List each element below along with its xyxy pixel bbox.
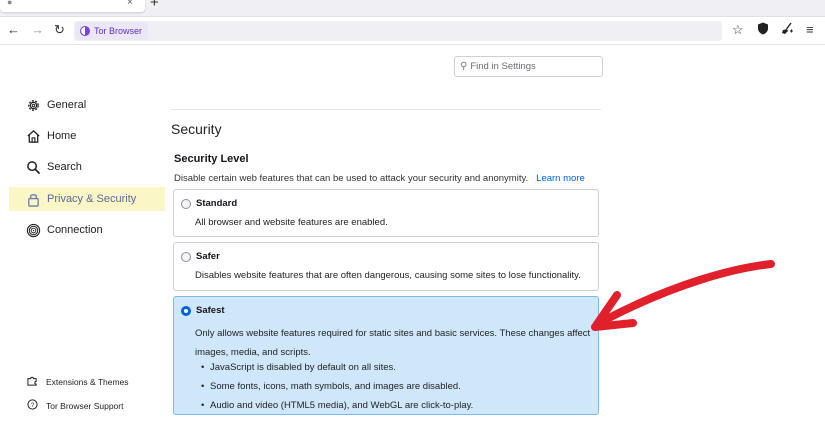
sidebar-item-search[interactable]: Search [9,155,165,179]
security-option-safer[interactable]: Safer Disables website features that are… [173,242,599,291]
find-in-settings-input[interactable] [470,61,596,72]
list-item: Audio and video (HTML5 media), and WebGL… [201,396,473,415]
back-arrow-icon[interactable]: ← [7,22,20,38]
onion-connection-icon [26,223,41,238]
reload-icon[interactable]: ↻ [54,22,65,38]
help-icon: ? [27,399,38,412]
option-title: Safer [196,251,220,262]
sidebar-item-label: Search [47,161,82,173]
security-level-description: Disable certain web features that can be… [174,173,585,184]
standard-radio[interactable] [181,199,191,209]
sidebar-item-label: Connection [47,224,103,236]
search-icon [26,160,41,175]
forward-arrow-icon[interactable]: → [31,22,44,38]
lock-icon [26,192,41,207]
list-item: JavaScript is disabled by default on all… [201,358,473,377]
security-option-standard[interactable]: Standard All browser and website feature… [173,189,599,237]
sidebar-footer-label: Tor Browser Support [46,400,124,411]
learn-more-link[interactable]: Learn more [536,173,585,184]
option-description: Only allows website features required fo… [195,328,591,358]
safer-radio[interactable] [181,252,191,262]
sidebar-item-privacy-security[interactable]: Privacy & Security [9,187,165,211]
page-title: Security [171,121,222,137]
sidebar-footer-label: Extensions & Themes [46,376,129,387]
list-item: Some fonts, icons, math symbols, and ima… [201,377,473,396]
puzzle-icon [27,375,38,388]
safest-radio[interactable] [181,306,191,316]
sidebar-item-label: Home [47,130,77,142]
navigation-toolbar: ← → ↻ Tor Browser ☆ ≡ [0,17,825,45]
sidebar-item-label: Privacy & Security [47,193,137,205]
identity-badge[interactable]: Tor Browser [75,22,149,40]
header-divider [171,109,601,110]
annotation-arrow-icon [591,260,775,331]
option-title: Standard [196,198,238,209]
gear-icon [26,98,41,113]
bookmark-star-icon[interactable]: ☆ [732,22,744,38]
security-level-text: Disable certain web features that can be… [174,173,529,184]
sidebar-footer-extensions[interactable]: Extensions & Themes [27,375,129,388]
menu-hamburger-icon[interactable]: ≡ [806,22,814,38]
search-icon: ⚲ [460,61,468,72]
browser-tab[interactable]: ● × [0,0,145,12]
new-tab-button[interactable]: + [150,0,159,10]
security-level-heading: Security Level [174,153,249,165]
tab-close-button[interactable]: × [127,0,133,9]
svg-text:?: ? [31,402,35,409]
sidebar-item-connection[interactable]: Connection [9,218,165,242]
sidebar-footer-support[interactable]: ? Tor Browser Support [27,399,123,412]
security-option-safest[interactable]: Safest Only allows website features requ… [173,296,599,415]
new-identity-broom-icon[interactable] [781,22,794,39]
shield-icon[interactable] [757,22,769,39]
url-bar[interactable]: Tor Browser [74,21,722,41]
option-description: Disables website features that are often… [195,270,581,281]
option-description: All browser and website features are ena… [195,217,388,228]
find-in-settings[interactable]: ⚲ [454,56,603,77]
tor-onion-icon [80,26,90,36]
identity-label: Tor Browser [94,26,143,36]
sidebar-item-label: General [47,99,87,111]
tab-favicon-icon: ● [7,0,13,7]
sidebar-item-general[interactable]: General [9,93,165,117]
safest-details-list: JavaScript is disabled by default on all… [201,358,473,415]
home-icon [26,129,41,144]
tab-strip: ● × + [0,0,825,17]
option-title: Safest [196,305,225,316]
sidebar-item-home[interactable]: Home [9,124,165,148]
